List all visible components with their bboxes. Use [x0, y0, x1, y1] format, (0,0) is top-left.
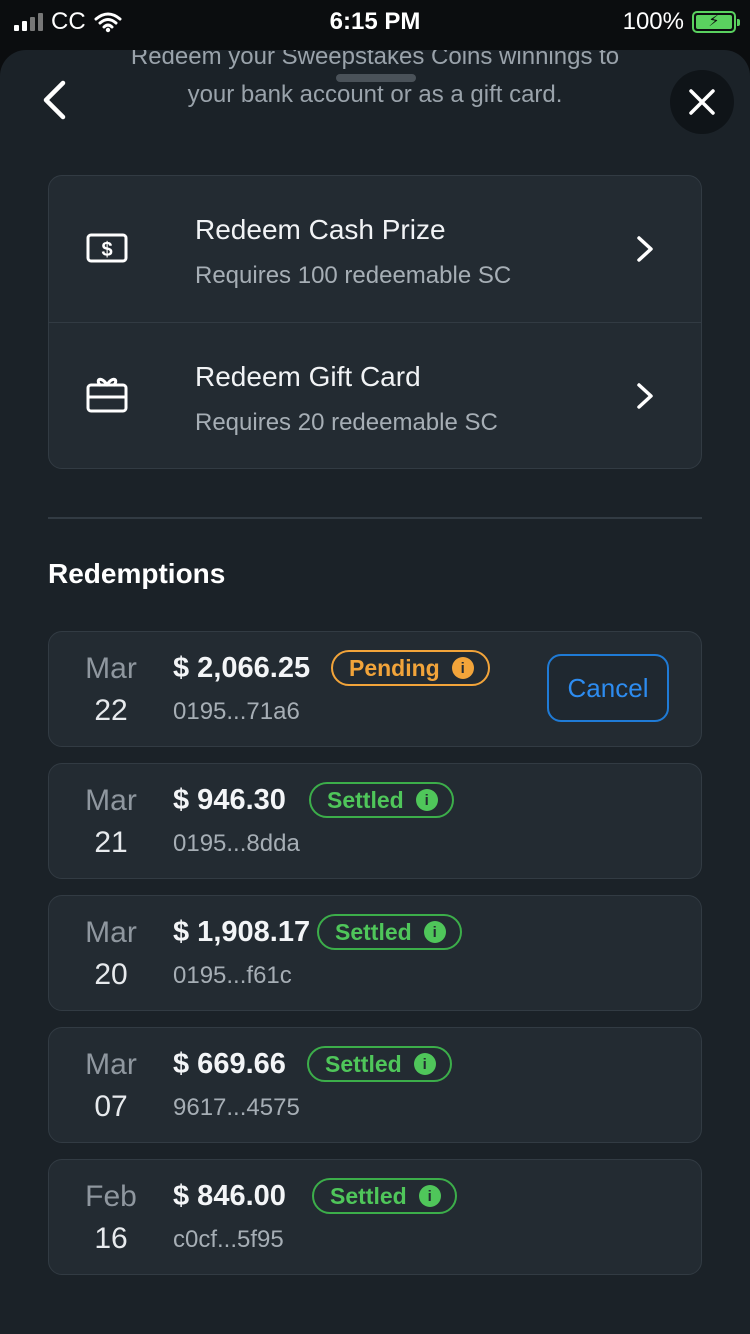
cancel-button[interactable]: Cancel — [547, 654, 669, 722]
status-right: 100% ⚡ — [622, 8, 740, 36]
redemption-id: 0195...71a6 — [173, 698, 300, 725]
close-icon — [689, 89, 715, 115]
section-divider — [48, 517, 702, 519]
redemption-month: Mar — [85, 1048, 137, 1081]
redemption-row[interactable]: Mar 20 $ 1,908.17 Settled i 0195...f61c — [48, 895, 702, 1011]
option-title: Redeem Gift Card — [195, 361, 421, 392]
redeem-cash-prize-option[interactable]: $ Redeem Cash Prize Requires 100 redeema… — [49, 176, 701, 322]
info-icon[interactable]: i — [413, 1053, 436, 1075]
redemption-day: 07 — [94, 1090, 128, 1123]
redemption-id: 0195...f61c — [173, 962, 292, 989]
redemption-amount: $ 846.00 — [173, 1180, 286, 1212]
redemption-id: c0cf...5f95 — [173, 1226, 284, 1253]
status-badge[interactable]: Settled i — [312, 1178, 457, 1214]
status-badge[interactable]: Settled i — [317, 914, 462, 950]
svg-text:$: $ — [101, 239, 112, 261]
back-button[interactable] — [34, 78, 74, 122]
redemption-amount: $ 1,908.17 — [173, 916, 311, 948]
redemption-day: 21 — [94, 826, 128, 859]
option-subtitle: Requires 100 redeemable SC — [195, 262, 512, 289]
status-badge-label: Settled — [325, 1050, 402, 1077]
header-subtitle: Redeem your Sweepstakes Coins winnings t… — [0, 50, 750, 114]
status-badge[interactable]: Pending i — [331, 650, 490, 686]
info-icon[interactable]: i — [451, 657, 474, 679]
status-badge-label: Pending — [349, 654, 440, 681]
redemption-row[interactable]: Feb 16 $ 846.00 Settled i c0cf...5f95 — [48, 1159, 702, 1275]
status-badge-label: Settled — [330, 1182, 407, 1209]
redemption-row[interactable]: Mar 22 $ 2,066.25 Pending i 0195...71a6 … — [48, 631, 702, 747]
redemption-amount: $ 669.66 — [173, 1048, 286, 1080]
redemption-day: 22 — [94, 694, 128, 727]
info-icon[interactable]: i — [418, 1185, 441, 1207]
status-badge-label: Settled — [327, 786, 404, 813]
info-icon[interactable]: i — [423, 921, 446, 943]
subtitle-line-1: Redeem your Sweepstakes Coins winnings t… — [130, 50, 620, 70]
cash-icon: $ — [86, 233, 128, 263]
redemption-row[interactable]: Mar 21 $ 946.30 Settled i 0195...8dda — [48, 763, 702, 879]
status-bar: CC 6:15 PM 100% ⚡ — [0, 0, 750, 42]
redeem-sheet: Redeem your Sweepstakes Coins winnings t… — [0, 50, 750, 1334]
chevron-left-icon — [43, 80, 66, 120]
sheet-grabber[interactable] — [336, 74, 416, 82]
chevron-right-icon — [637, 383, 653, 409]
redeem-options-card: $ Redeem Cash Prize Requires 100 redeema… — [48, 175, 702, 469]
battery-percent: 100% — [622, 8, 684, 35]
redemption-row[interactable]: Mar 07 $ 669.66 Settled i 9617...4575 — [48, 1027, 702, 1143]
redemption-month: Mar — [85, 784, 137, 817]
redemption-id: 9617...4575 — [173, 1094, 300, 1121]
redemption-month: Mar — [85, 916, 137, 949]
redemption-month: Feb — [85, 1180, 137, 1213]
status-badge[interactable]: Settled i — [307, 1046, 452, 1082]
gift-card-icon — [86, 377, 128, 413]
redemption-amount: $ 2,066.25 — [173, 652, 311, 684]
status-badge-label: Settled — [335, 918, 412, 945]
option-title: Redeem Cash Prize — [195, 214, 446, 245]
redemption-day: 16 — [94, 1222, 128, 1255]
redemption-id: 0195...8dda — [173, 830, 300, 857]
close-button[interactable] — [670, 70, 734, 134]
redemption-month: Mar — [85, 652, 137, 685]
redemption-amount: $ 946.30 — [173, 784, 286, 816]
status-badge[interactable]: Settled i — [309, 782, 454, 818]
redemption-day: 20 — [94, 958, 128, 991]
battery-icon: ⚡ — [692, 11, 740, 33]
redeem-gift-card-option[interactable]: Redeem Gift Card Requires 20 redeemable … — [49, 322, 701, 468]
info-icon[interactable]: i — [415, 789, 438, 811]
chevron-right-icon — [637, 236, 653, 262]
redemptions-title: Redemptions — [48, 558, 226, 589]
option-subtitle: Requires 20 redeemable SC — [195, 409, 498, 436]
charging-bolt-icon: ⚡ — [708, 13, 720, 30]
